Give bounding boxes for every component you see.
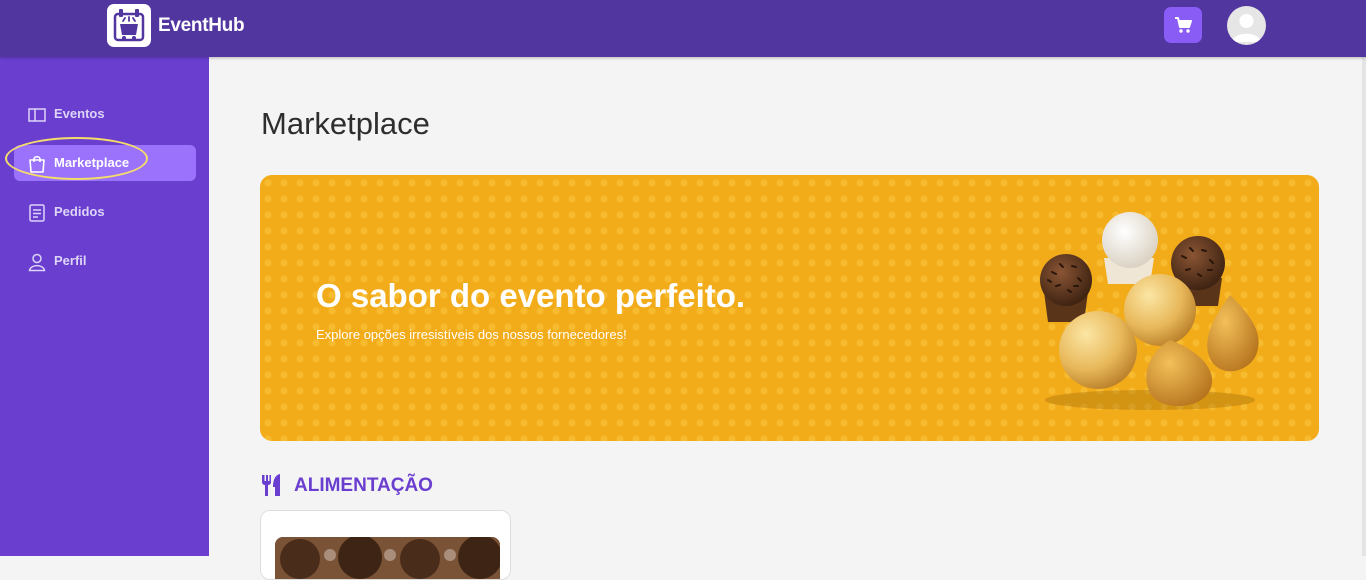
page-title: Marketplace bbox=[261, 106, 430, 141]
banner-subtitle: Explore opções irresistíveis dos nossos … bbox=[316, 327, 627, 342]
sidebar-item-marketplace[interactable]: Marketplace bbox=[14, 145, 196, 181]
section-title: ALIMENTAÇÃO bbox=[294, 475, 433, 496]
ticket-icon bbox=[28, 108, 46, 122]
sidebar-item-label: Perfil bbox=[54, 253, 87, 268]
page-scrollbar[interactable] bbox=[1362, 57, 1366, 556]
brand-name: EventHub bbox=[158, 15, 245, 36]
sidebar: Eventos Marketplace Pedidos Perfil bbox=[0, 57, 209, 556]
cart-button[interactable] bbox=[1164, 7, 1202, 43]
product-image bbox=[275, 537, 500, 579]
user-avatar[interactable] bbox=[1227, 6, 1266, 45]
logo-icon bbox=[113, 9, 145, 42]
promo-banner[interactable]: O sabor do evento perfeito. Explore opçõ… bbox=[260, 175, 1319, 441]
sidebar-item-label: Pedidos bbox=[54, 204, 105, 219]
product-card[interactable] bbox=[260, 510, 511, 580]
sidebar-item-eventos[interactable]: Eventos bbox=[14, 96, 196, 132]
sidebar-item-pedidos[interactable]: Pedidos bbox=[14, 194, 196, 230]
product-photo bbox=[275, 537, 500, 579]
banner-title: O sabor do evento perfeito. bbox=[316, 277, 746, 314]
sidebar-item-label: Marketplace bbox=[54, 155, 130, 170]
receipt-icon bbox=[29, 204, 45, 222]
user-icon bbox=[28, 253, 46, 272]
cart-icon bbox=[1175, 17, 1192, 33]
snacks-illustration bbox=[1040, 212, 1259, 410]
shopping-bag-icon bbox=[29, 155, 45, 173]
utensils-icon bbox=[262, 474, 280, 496]
sidebar-item-label: Eventos bbox=[54, 106, 105, 121]
sidebar-item-perfil[interactable]: Perfil bbox=[14, 243, 196, 279]
eventhub-logo[interactable] bbox=[107, 4, 151, 47]
user-avatar-icon bbox=[1232, 14, 1261, 42]
top-bar: EventHub bbox=[0, 0, 1366, 57]
